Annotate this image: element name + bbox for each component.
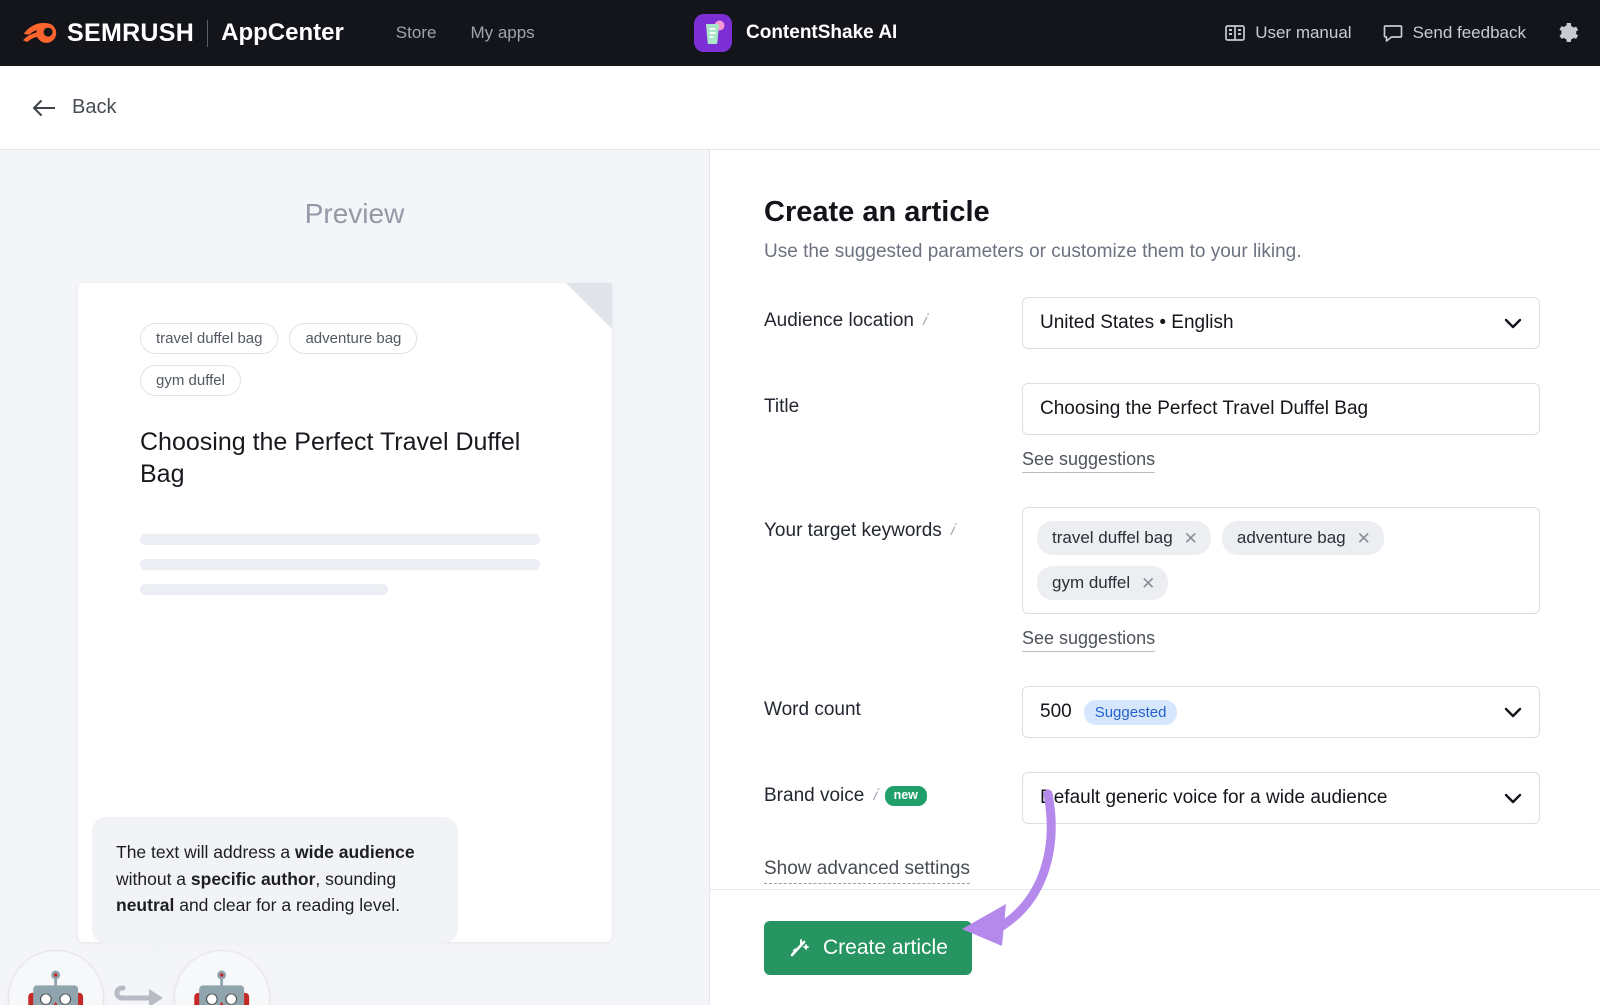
skeleton-line bbox=[140, 534, 540, 545]
skeleton-line bbox=[140, 584, 388, 595]
suggested-badge: Suggested bbox=[1084, 700, 1178, 725]
nav-link-store[interactable]: Store bbox=[396, 23, 437, 43]
preview-tag: adventure bag bbox=[289, 323, 417, 354]
back-bar: Back bbox=[0, 66, 1600, 150]
audience-location-label-group: Audience location 𝑖 bbox=[764, 297, 1022, 332]
speech-bubble-icon bbox=[1382, 22, 1404, 44]
primary-nav-links: Store My apps bbox=[396, 23, 535, 43]
keywords-see-suggestions-link[interactable]: See suggestions bbox=[1022, 628, 1155, 652]
page-subtitle: Use the suggested parameters or customiz… bbox=[764, 241, 1540, 263]
close-icon[interactable]: ✕ bbox=[1184, 530, 1198, 547]
appcenter-wordmark: AppCenter bbox=[221, 19, 344, 47]
keyword-chip-label: gym duffel bbox=[1052, 573, 1130, 593]
audience-location-value: United States • English bbox=[1040, 312, 1234, 334]
contentshake-app-icon bbox=[694, 14, 732, 52]
top-nav-right-actions: User manual Send feedback bbox=[1224, 0, 1580, 66]
create-article-button-label: Create article bbox=[823, 936, 948, 960]
preview-tag: travel duffel bag bbox=[140, 323, 278, 354]
send-feedback-button[interactable]: Send feedback bbox=[1382, 22, 1526, 44]
preview-tag-list: travel duffel bag adventure bag gym duff… bbox=[140, 323, 480, 396]
magic-wand-icon bbox=[788, 937, 810, 959]
keyword-chip-label: travel duffel bag bbox=[1052, 528, 1173, 548]
field-target-keywords: Your target keywords 𝑖 travel duffel bag… bbox=[764, 507, 1540, 652]
keywords-label-group: Your target keywords 𝑖 bbox=[764, 507, 1022, 542]
title-input-value: Choosing the Perfect Travel Duffel Bag bbox=[1040, 398, 1368, 420]
avatar-transform-arrow bbox=[104, 978, 174, 1005]
create-article-button[interactable]: Create article bbox=[764, 921, 972, 975]
main-content-split: Preview travel duffel bag adventure bag … bbox=[0, 150, 1600, 1005]
info-icon[interactable]: 𝑖 bbox=[872, 787, 876, 805]
keyword-chip: travel duffel bag ✕ bbox=[1037, 521, 1211, 555]
nav-link-my-apps[interactable]: My apps bbox=[470, 23, 534, 43]
field-title: Title Choosing the Perfect Travel Duffel… bbox=[764, 383, 1540, 473]
logo-divider bbox=[207, 20, 208, 47]
voice-avatar-row: 🤖 🤖 bbox=[8, 950, 270, 1005]
back-button[interactable]: Back bbox=[32, 96, 116, 119]
avatar-target-robot: 🤖 bbox=[174, 950, 270, 1005]
settings-button[interactable] bbox=[1556, 21, 1580, 45]
back-label: Back bbox=[72, 96, 116, 119]
preview-pane: Preview travel duffel bag adventure bag … bbox=[0, 150, 710, 1005]
close-icon[interactable]: ✕ bbox=[1141, 575, 1155, 592]
keywords-input[interactable]: travel duffel bag ✕ adventure bag ✕ gym … bbox=[1022, 507, 1540, 614]
send-feedback-label: Send feedback bbox=[1413, 23, 1526, 43]
semrush-comet-icon bbox=[22, 19, 58, 47]
word-count-label: Word count bbox=[764, 699, 861, 721]
audience-location-label: Audience location bbox=[764, 310, 914, 332]
top-navigation-bar: SEMRUSH AppCenter Store My apps ContentS… bbox=[0, 0, 1600, 66]
field-audience-location: Audience location 𝑖 United States • Engl… bbox=[764, 297, 1540, 349]
brand-voice-value: Default generic voice for a wide audienc… bbox=[1040, 787, 1387, 809]
user-manual-button[interactable]: User manual bbox=[1224, 22, 1351, 44]
brand-voice-label-group: Brand voice 𝑖 new bbox=[764, 772, 1022, 807]
page-title: Create an article bbox=[764, 196, 1540, 229]
skeleton-line bbox=[140, 559, 540, 570]
title-label: Title bbox=[764, 396, 799, 418]
word-count-label-group: Word count bbox=[764, 686, 1022, 721]
close-icon[interactable]: ✕ bbox=[1357, 530, 1371, 547]
field-brand-voice: Brand voice 𝑖 new Default generic voice … bbox=[764, 772, 1540, 824]
avatar-source-robot: 🤖 bbox=[8, 950, 104, 1005]
form-footer: Create article bbox=[710, 889, 1600, 1005]
preview-skeleton-lines bbox=[140, 534, 570, 595]
title-label-group: Title bbox=[764, 383, 1022, 418]
audience-location-select[interactable]: United States • English bbox=[1022, 297, 1540, 349]
show-advanced-settings-link[interactable]: Show advanced settings bbox=[764, 858, 970, 884]
gear-icon bbox=[1556, 21, 1580, 45]
keyword-chip: adventure bag ✕ bbox=[1222, 521, 1384, 555]
semrush-wordmark: SEMRUSH bbox=[67, 19, 194, 48]
brand-voice-select[interactable]: Default generic voice for a wide audienc… bbox=[1022, 772, 1540, 824]
chevron-down-icon bbox=[1504, 318, 1522, 329]
semrush-appcenter-logo[interactable]: SEMRUSH AppCenter bbox=[22, 19, 344, 48]
preview-tag: gym duffel bbox=[140, 365, 241, 396]
title-see-suggestions-link[interactable]: See suggestions bbox=[1022, 449, 1155, 473]
user-manual-label: User manual bbox=[1255, 23, 1351, 43]
arrow-left-icon bbox=[32, 99, 58, 117]
app-title-text: ContentShake AI bbox=[746, 22, 897, 44]
word-count-select[interactable]: 500 Suggested bbox=[1022, 686, 1540, 738]
keyword-chip-label: adventure bag bbox=[1237, 528, 1346, 548]
card-folded-corner bbox=[566, 283, 612, 329]
book-icon bbox=[1224, 22, 1246, 44]
preview-heading: Preview bbox=[0, 150, 709, 230]
word-count-value: 500 bbox=[1040, 701, 1072, 723]
new-badge: new bbox=[885, 786, 927, 806]
chevron-down-icon bbox=[1504, 707, 1522, 718]
keywords-label: Your target keywords bbox=[764, 520, 942, 542]
title-input[interactable]: Choosing the Perfect Travel Duffel Bag bbox=[1022, 383, 1540, 435]
voice-description-bubble: The text will address a wide audience wi… bbox=[92, 817, 458, 943]
info-icon[interactable]: 𝑖 bbox=[922, 312, 926, 330]
field-word-count: Word count 500 Suggested bbox=[764, 686, 1540, 738]
create-article-form-pane: Create an article Use the suggested para… bbox=[710, 150, 1600, 1005]
info-icon[interactable]: 𝑖 bbox=[950, 522, 954, 540]
app-root: SEMRUSH AppCenter Store My apps ContentS… bbox=[0, 0, 1600, 1005]
preview-article-title: Choosing the Perfect Travel Duffel Bag bbox=[140, 426, 530, 490]
chevron-down-icon bbox=[1504, 793, 1522, 804]
brand-voice-label: Brand voice bbox=[764, 785, 864, 807]
curved-arrow-right-icon bbox=[113, 978, 165, 1005]
current-app-identity: ContentShake AI bbox=[694, 0, 897, 66]
keyword-chip: gym duffel ✕ bbox=[1037, 566, 1168, 600]
